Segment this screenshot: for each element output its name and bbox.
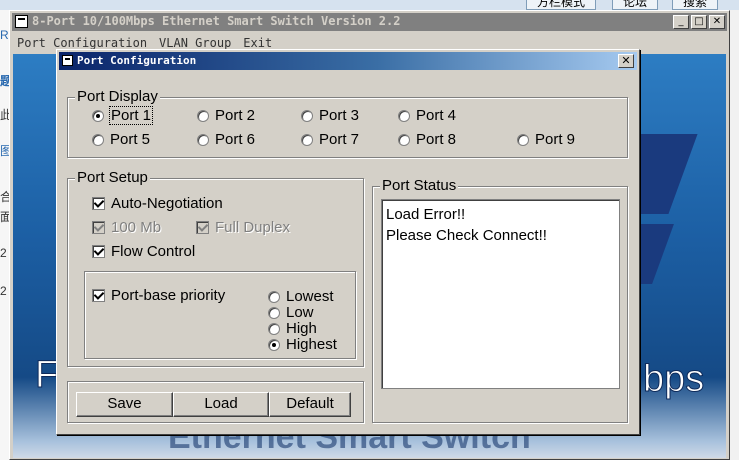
port-display-group: Port Display Port 1 Port 2 Port 3 Port 4… (67, 88, 628, 158)
priority-low-radio[interactable]: Low (268, 304, 314, 321)
maximize-button[interactable]: □ (691, 15, 707, 29)
full-duplex-checkbox: Full Duplex (196, 219, 290, 236)
background-tab-2: 论坛 (612, 0, 659, 10)
port-8-radio[interactable]: Port 8 (398, 131, 456, 148)
radio-icon (301, 109, 313, 122)
status-line: Please Check Connect!! (386, 227, 547, 244)
radio-icon (268, 306, 280, 319)
status-line: Load Error!! (386, 206, 466, 223)
priority-low-label: Low (286, 304, 314, 321)
radio-selected-icon (268, 338, 280, 351)
dialog-titlebar[interactable]: Port Configuration ✕ (59, 52, 637, 70)
checkbox-checked-icon (92, 289, 105, 302)
checkbox-checked-icon (92, 245, 105, 258)
port-9-radio[interactable]: Port 9 (517, 131, 575, 148)
auto-negotiation-checkbox[interactable]: Auto-Negotiation (92, 195, 223, 212)
priority-high-radio[interactable]: High (268, 320, 317, 337)
port-6-label: Port 6 (215, 131, 256, 148)
flow-control-label: Flow Control (111, 243, 196, 260)
checkbox-checked-icon (92, 197, 105, 210)
background-char: 2 (0, 284, 7, 298)
app-window-icon (15, 15, 28, 28)
port-3-label: Port 3 (319, 107, 360, 124)
radio-icon (301, 133, 313, 146)
priority-highest-radio[interactable]: Highest (268, 336, 337, 353)
port-display-label: Port Display (75, 88, 160, 106)
background-char: R (0, 28, 9, 42)
menu-exit[interactable]: Exit (243, 36, 272, 50)
save-button[interactable]: Save (76, 392, 173, 417)
port-base-priority-checkbox[interactable]: Port-base priority (92, 287, 225, 304)
radio-icon (197, 109, 209, 122)
banner-text-left: F (34, 354, 59, 397)
banner-text-right: bps (642, 358, 705, 401)
load-button[interactable]: Load (173, 392, 269, 417)
port-7-label: Port 7 (319, 131, 360, 148)
port-5-label: Port 5 (110, 131, 151, 148)
menu-port-configuration[interactable]: Port Configuration (17, 36, 147, 50)
speed-100mb-checkbox: 100 Mb (92, 219, 161, 236)
port-3-radio[interactable]: Port 3 (301, 107, 359, 124)
radio-icon (92, 133, 104, 146)
port-4-label: Port 4 (416, 107, 457, 124)
port-1-label: Port 1 (108, 106, 154, 125)
port-9-label: Port 9 (535, 131, 576, 148)
port-status-label: Port Status (380, 177, 459, 195)
port-2-radio[interactable]: Port 2 (197, 107, 255, 124)
radio-selected-icon (92, 109, 104, 122)
buttons-group: Save Load Default (67, 381, 364, 423)
priority-lowest-label: Lowest (286, 288, 334, 305)
radio-icon (398, 133, 410, 146)
full-duplex-label: Full Duplex (215, 219, 291, 236)
speed-100mb-label: 100 Mb (111, 219, 162, 236)
radio-icon (268, 322, 280, 335)
background-tab-1: 方栏模式 (526, 0, 597, 10)
radio-icon (197, 133, 209, 146)
port-setup-label: Port Setup (75, 169, 150, 187)
port-4-radio[interactable]: Port 4 (398, 107, 456, 124)
menu-vlan-group[interactable]: VLAN Group (159, 36, 231, 50)
port-status-textbox[interactable]: Load Error!! Please Check Connect!! (381, 199, 620, 389)
close-button[interactable]: ✕ (709, 15, 725, 29)
priority-highest-label: Highest (286, 336, 337, 353)
app-title: 8-Port 10/100Mbps Ethernet Smart Switch … (32, 14, 401, 28)
port-status-group: Port Status Load Error!! Please Check Co… (372, 177, 628, 423)
port-8-label: Port 8 (416, 131, 457, 148)
checkbox-checked-disabled-icon (196, 221, 209, 234)
radio-icon (398, 109, 410, 122)
dialog-close-button[interactable]: ✕ (618, 54, 634, 68)
priority-high-label: High (286, 320, 317, 337)
port-1-radio[interactable]: Port 1 (92, 106, 154, 125)
background-tab-3: 搜索 (672, 0, 719, 10)
auto-negotiation-label: Auto-Negotiation (111, 195, 223, 212)
priority-group: Port-base priority Lowest Low High Highe… (84, 271, 356, 359)
priority-lowest-radio[interactable]: Lowest (268, 288, 334, 305)
radio-icon (268, 290, 280, 303)
port-setup-group: Port Setup Auto-Negotiation 100 Mb Full … (67, 169, 364, 367)
port-6-radio[interactable]: Port 6 (197, 131, 255, 148)
default-button[interactable]: Default (269, 392, 351, 417)
dialog-title: Port Configuration (77, 54, 197, 67)
port-5-radio[interactable]: Port 5 (92, 131, 150, 148)
port-base-priority-label: Port-base priority (111, 287, 226, 304)
minimize-button[interactable]: _ (673, 15, 689, 29)
app-titlebar[interactable]: 8-Port 10/100Mbps Ethernet Smart Switch … (12, 13, 727, 31)
dialog-icon (62, 55, 73, 66)
radio-icon (517, 133, 529, 146)
checkbox-checked-disabled-icon (92, 221, 105, 234)
port-configuration-dialog: Port Configuration ✕ Port Display Port 1… (56, 49, 640, 435)
background-char: 2 (0, 246, 7, 260)
port-2-label: Port 2 (215, 107, 256, 124)
flow-control-checkbox[interactable]: Flow Control (92, 243, 195, 260)
background-browser-bar: 方栏模式 论坛 搜索 (0, 0, 739, 10)
port-7-radio[interactable]: Port 7 (301, 131, 359, 148)
